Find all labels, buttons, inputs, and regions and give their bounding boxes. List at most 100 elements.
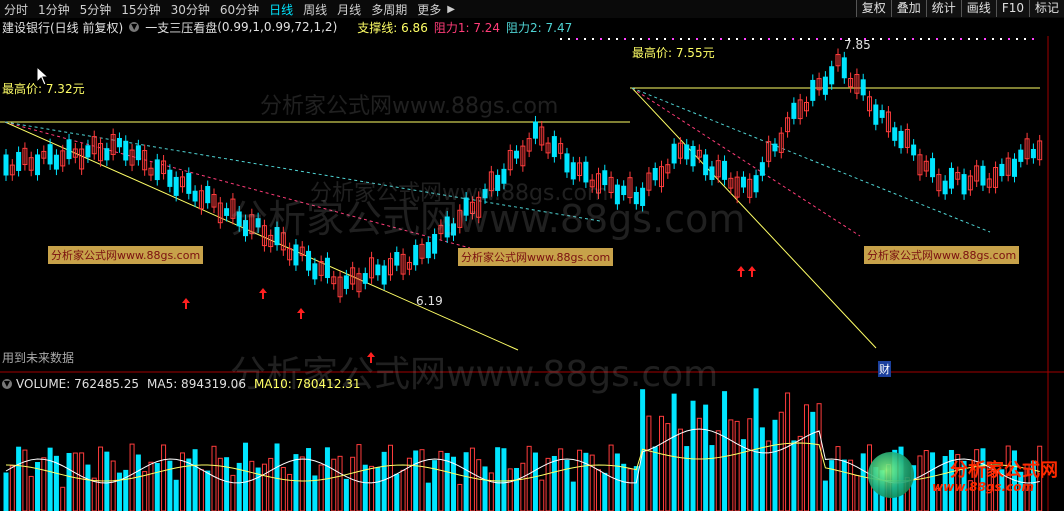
candle-body bbox=[154, 159, 160, 181]
volume-bar bbox=[230, 474, 236, 511]
volume-bar bbox=[595, 469, 601, 511]
candle-body bbox=[116, 138, 122, 148]
buy-signal-arrow-icon bbox=[748, 266, 756, 277]
signal-dot bbox=[816, 38, 818, 40]
period-tab-30min[interactable]: 30分钟 bbox=[171, 1, 210, 18]
chevron-down-icon[interactable]: ▼ bbox=[2, 379, 12, 389]
volume-bar bbox=[803, 404, 809, 511]
signal-dot bbox=[584, 38, 586, 40]
signal-dot bbox=[1016, 38, 1018, 40]
volume-bar bbox=[558, 448, 564, 511]
signal-dot bbox=[760, 38, 762, 40]
candle-body bbox=[841, 57, 847, 79]
signal-dot bbox=[592, 38, 594, 40]
period-tab-more[interactable]: 更多 bbox=[417, 1, 441, 18]
chevron-down-icon[interactable]: ▼ bbox=[129, 22, 140, 32]
volume-bar bbox=[633, 466, 639, 511]
volume-bar bbox=[816, 403, 822, 511]
indicator-name[interactable]: 一支三压看盘 bbox=[145, 19, 217, 36]
volume-bar bbox=[545, 457, 551, 511]
signal-dot bbox=[648, 38, 650, 40]
buy-signal-arrow-icon bbox=[259, 288, 267, 299]
volume-bar bbox=[261, 463, 267, 511]
draw-line-button[interactable]: 画线 bbox=[960, 0, 996, 17]
signal-dot bbox=[744, 38, 746, 40]
volume-bar bbox=[22, 449, 28, 511]
period-tab-daily[interactable]: 日线 bbox=[269, 1, 293, 18]
signal-dot bbox=[608, 38, 610, 40]
volume-bar bbox=[53, 455, 59, 511]
candle-body bbox=[343, 275, 349, 289]
volume-bar bbox=[488, 472, 494, 511]
period-tab-monthly[interactable]: 月线 bbox=[337, 1, 361, 18]
volume-bar bbox=[293, 454, 299, 511]
volume-bar bbox=[791, 440, 797, 511]
signal-dot bbox=[688, 38, 690, 40]
volume-bar bbox=[173, 479, 179, 511]
period-tab-1min[interactable]: 1分钟 bbox=[38, 1, 70, 18]
ma5-value: MA5: 894319.06 bbox=[147, 377, 246, 391]
fuquan-button[interactable]: 复权 bbox=[855, 0, 891, 17]
period-tab-15min[interactable]: 15分钟 bbox=[121, 1, 160, 18]
volume-bar bbox=[583, 452, 589, 511]
volume-bar bbox=[318, 464, 324, 511]
volume-bar bbox=[16, 446, 22, 511]
volume-bar bbox=[917, 455, 923, 511]
signal-dot bbox=[696, 38, 698, 40]
ma10-value: MA10: 780412.31 bbox=[253, 377, 361, 391]
mark-button[interactable]: 标记 bbox=[1028, 0, 1064, 17]
volume-bar bbox=[463, 452, 469, 511]
volume-bar bbox=[589, 454, 595, 511]
volume-bar bbox=[41, 457, 47, 511]
indicator-params: (0.99,1,0.99,72,1,2) bbox=[217, 20, 338, 34]
volume-bar bbox=[766, 440, 772, 511]
volume-bar bbox=[343, 478, 349, 511]
statistics-button[interactable]: 统计 bbox=[925, 0, 961, 17]
candle-body bbox=[306, 250, 312, 271]
candle-body bbox=[173, 176, 179, 196]
candle-body bbox=[703, 154, 709, 176]
indicator-info-bar: 建设银行(日线 前复权) ▼ 一支三压看盘 (0.99,1,0.99,72,1,… bbox=[0, 18, 1064, 36]
signal-dot bbox=[656, 38, 658, 40]
signal-dot bbox=[832, 38, 834, 40]
volume-bar bbox=[469, 447, 475, 511]
candle-body bbox=[948, 167, 954, 189]
signal-dot bbox=[752, 38, 754, 40]
volume-bar bbox=[312, 475, 318, 511]
candle-body bbox=[860, 79, 866, 96]
candle-body bbox=[375, 264, 381, 276]
signal-dot bbox=[736, 38, 738, 40]
finance-marker[interactable]: 财 bbox=[878, 361, 891, 377]
f10-button[interactable]: F10 bbox=[995, 0, 1029, 17]
candle-body bbox=[413, 244, 419, 266]
candle-body bbox=[829, 66, 835, 85]
volume-bar bbox=[274, 443, 280, 511]
signal-dot bbox=[600, 38, 602, 40]
volume-bar bbox=[822, 480, 828, 511]
candle-body bbox=[47, 144, 53, 165]
overlay-button[interactable]: 叠加 bbox=[890, 0, 926, 17]
volume-bar bbox=[457, 483, 463, 511]
candle-body bbox=[3, 154, 9, 176]
volume-bar bbox=[495, 447, 501, 511]
volume-bar bbox=[79, 452, 85, 511]
volume-bar bbox=[778, 411, 784, 511]
volume-bar bbox=[476, 459, 482, 511]
period-tab-intraday[interactable]: 分时 bbox=[4, 1, 28, 18]
candle-body bbox=[690, 146, 696, 167]
period-tab-5min[interactable]: 5分钟 bbox=[80, 1, 112, 18]
signal-dot bbox=[776, 38, 778, 40]
volume-bar bbox=[451, 456, 457, 511]
period-tab-weekly[interactable]: 周线 bbox=[303, 1, 327, 18]
signal-dot bbox=[640, 38, 642, 40]
period-tab-multi[interactable]: 多周期 bbox=[371, 1, 407, 18]
period-tab-60min[interactable]: 60分钟 bbox=[220, 1, 259, 18]
volume-bar bbox=[400, 469, 406, 511]
candle-body bbox=[85, 145, 91, 158]
signal-dot bbox=[984, 38, 986, 40]
candle-body bbox=[123, 140, 129, 161]
signal-dot bbox=[576, 38, 578, 40]
volume-bar bbox=[66, 452, 72, 511]
more-arrow-icon[interactable]: ▶ bbox=[447, 4, 455, 15]
candle-body bbox=[791, 102, 797, 119]
